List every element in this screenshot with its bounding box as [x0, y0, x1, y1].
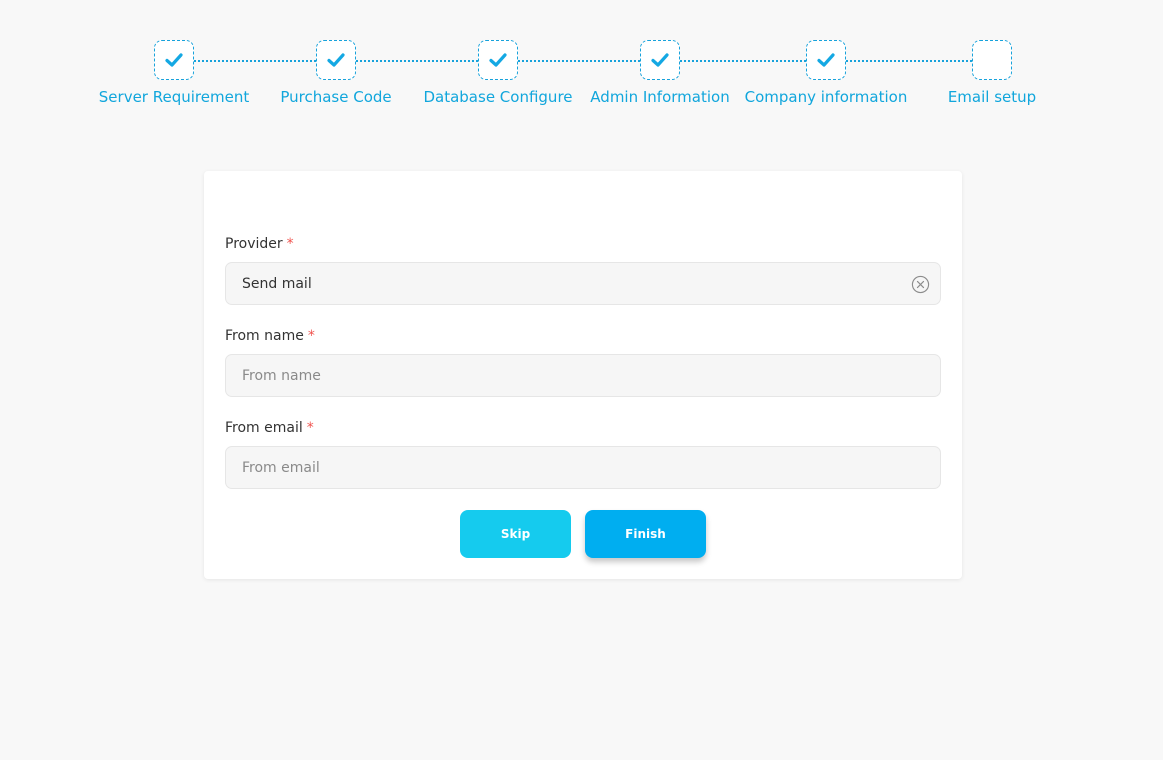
from-email-label: From email *: [225, 420, 314, 436]
step-label: Admin Information: [590, 88, 730, 106]
skip-button[interactable]: Skip: [460, 510, 571, 558]
check-icon: [489, 53, 507, 67]
email-setup-card: Provider* Send mail From name* From emai…: [204, 171, 962, 579]
from-email-input[interactable]: [242, 459, 924, 476]
step-connector: [518, 60, 640, 62]
check-icon: [327, 53, 345, 67]
installer-page: Server Requirement Purchase Code Databas…: [0, 0, 1163, 760]
provider-label: Provider *: [225, 236, 294, 252]
step-admin-information[interactable]: [640, 40, 680, 80]
step-label: Email setup: [947, 88, 1037, 106]
from-name-input[interactable]: [242, 367, 924, 384]
step-connector: [194, 60, 316, 62]
setup-stepper: Server Requirement Purchase Code Databas…: [0, 0, 1163, 120]
from-name-label: From name *: [225, 328, 315, 344]
step-label: Purchase Code: [280, 88, 392, 106]
finish-button[interactable]: Finish: [585, 510, 706, 558]
from-email-field: [225, 446, 941, 489]
from-name-field: [225, 354, 941, 397]
check-icon: [651, 53, 669, 67]
step-label: Company information: [744, 88, 908, 106]
step-connector: [356, 60, 478, 62]
check-icon: [817, 53, 835, 67]
step-database-configure[interactable]: [478, 40, 518, 80]
step-purchase-code[interactable]: [316, 40, 356, 80]
provider-selected-value: Send mail: [242, 275, 312, 292]
required-marker: *: [306, 420, 314, 436]
required-marker: *: [286, 236, 294, 252]
step-connector: [680, 60, 806, 62]
check-icon: [165, 53, 183, 67]
clear-icon[interactable]: [911, 275, 930, 294]
step-company-information[interactable]: [806, 40, 846, 80]
step-label: Database Configure: [423, 88, 573, 106]
step-connector: [846, 60, 972, 62]
step-label: Server Requirement: [98, 88, 250, 106]
step-email-setup[interactable]: [972, 40, 1012, 80]
step-server-requirement[interactable]: [154, 40, 194, 80]
required-marker: *: [307, 328, 315, 344]
provider-select[interactable]: Send mail: [225, 262, 941, 305]
